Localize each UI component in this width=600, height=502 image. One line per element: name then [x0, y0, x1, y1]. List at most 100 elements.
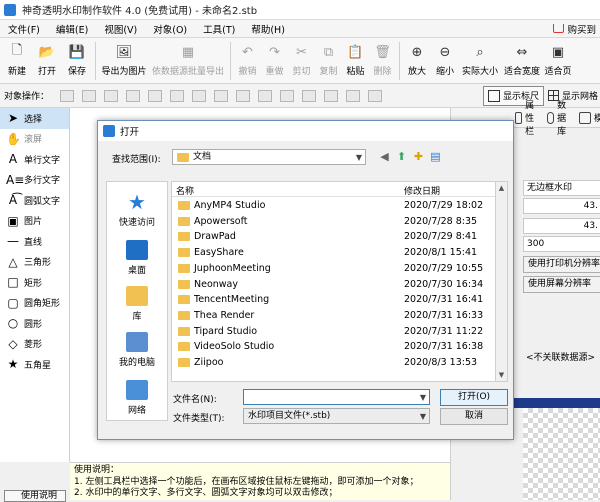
export-image-button[interactable]: 🖼 导出为图片	[99, 38, 149, 84]
fit-width-button[interactable]: ⇔ 适合宽度	[501, 38, 543, 84]
undo-button[interactable]: ↶ 撤销	[234, 38, 261, 84]
file-row[interactable]: Thea Render 2020/7/31 16:33	[172, 308, 495, 324]
printer-dpi-button[interactable]: 使用打印机分辨率	[523, 256, 600, 273]
open-button[interactable]: 打开(O)	[440, 389, 508, 406]
look-in-combo[interactable]: 文档 ▼	[172, 149, 366, 165]
back-icon[interactable]: ◀	[378, 150, 391, 163]
same-width-icon[interactable]	[324, 89, 338, 102]
actual-size-button[interactable]: ⌕ 实际大小	[459, 38, 501, 84]
menu-edit[interactable]: 编辑(E)	[48, 22, 96, 36]
zoom-in-button[interactable]: ⊕ 放大	[403, 38, 431, 84]
paste-button[interactable]: 📋 粘贴	[342, 38, 369, 84]
datasource-label[interactable]: <不关联数据源>	[526, 350, 595, 363]
filename-input[interactable]: ▼	[243, 389, 430, 405]
width-field[interactable]: 43.	[523, 198, 600, 214]
tool-image[interactable]: ▣ 图片	[0, 211, 69, 232]
place-desktop[interactable]: 桌面	[107, 240, 167, 276]
file-row[interactable]: Apowersoft 2020/7/28 8:35	[172, 214, 495, 230]
tool-line[interactable]: — 直线	[0, 231, 69, 252]
pointer-icon: ➤	[7, 111, 19, 126]
file-row[interactable]: TencentMeeting 2020/7/31 16:41	[172, 292, 495, 308]
layer-top-icon[interactable]	[104, 89, 118, 102]
tab-database[interactable]: 数据库	[543, 98, 575, 137]
up-folder-icon[interactable]: ⬆	[395, 150, 408, 163]
tool-triangle[interactable]: △ 三角形	[0, 252, 69, 273]
file-row[interactable]: DrawPad 2020/7/29 8:41	[172, 229, 495, 245]
layer-down-icon[interactable]	[82, 89, 96, 102]
file-row[interactable]: JuphoonMeeting 2020/7/29 10:55	[172, 261, 495, 277]
file-row[interactable]: AnyMP4 Studio 2020/7/29 18:02	[172, 198, 495, 214]
help-button[interactable]: 使用说明	[4, 490, 66, 502]
place-computer[interactable]: 我的电脑	[107, 332, 167, 368]
file-row[interactable]: VideoSolo Studio 2020/7/31 16:38	[172, 339, 495, 355]
delete-button[interactable]: 🗑 删除	[369, 38, 396, 84]
new-button[interactable]: 🗋 新建	[2, 38, 32, 84]
scroll-up-icon[interactable]: ▲	[496, 182, 507, 194]
tool-select[interactable]: ➤ 选择	[0, 108, 69, 129]
scroll-down-icon[interactable]: ▼	[496, 369, 507, 381]
folder-icon	[178, 342, 190, 352]
watermark-type-field[interactable]: 无边框水印	[523, 180, 600, 196]
fit-page-button[interactable]: ▣ 适合页	[543, 38, 573, 84]
menu-tools[interactable]: 工具(T)	[195, 22, 243, 36]
align-middle-icon[interactable]	[236, 89, 250, 102]
file-row[interactable]: Ziipoo 2020/8/3 13:53	[172, 355, 495, 371]
place-library[interactable]: 库	[107, 286, 167, 322]
buy-button[interactable]: 购买到	[553, 22, 596, 36]
layer-bottom-icon[interactable]	[126, 89, 140, 102]
file-row[interactable]: Neonway 2020/7/30 16:34	[172, 277, 495, 293]
place-network[interactable]: 网络	[107, 380, 167, 416]
save-button[interactable]: 💾 保存	[62, 38, 92, 84]
same-height-icon[interactable]	[346, 89, 360, 102]
network-icon	[126, 380, 148, 400]
same-size-icon[interactable]	[368, 89, 382, 102]
tool-circle[interactable]: ○ 圆形	[0, 313, 69, 334]
file-row[interactable]: Tipard Studio 2020/7/31 11:22	[172, 324, 495, 340]
tab-template[interactable]: 模	[575, 111, 600, 124]
distribute-h-icon[interactable]	[280, 89, 294, 102]
layer-up-icon[interactable]	[60, 89, 74, 102]
line-icon: —	[7, 234, 19, 249]
fit-page-icon: ▣	[551, 44, 565, 60]
menu-view[interactable]: 视图(V)	[96, 22, 145, 36]
align-right-icon[interactable]	[192, 89, 206, 102]
align-center-icon[interactable]	[170, 89, 184, 102]
distribute-v-icon[interactable]	[302, 89, 316, 102]
file-row[interactable]: EasyShare 2020/8/1 15:41	[172, 245, 495, 261]
tool-diamond[interactable]: ◇ 菱形	[0, 334, 69, 355]
menu-help[interactable]: 帮助(H)	[243, 22, 293, 36]
tool-rectangle[interactable]: □ 矩形	[0, 272, 69, 293]
menu-file[interactable]: 文件(F)	[0, 22, 48, 36]
file-list-scrollbar[interactable]: ▲ ▼	[496, 181, 508, 382]
screen-dpi-button[interactable]: 使用屏幕分辨率	[523, 276, 600, 293]
fit-width-icon: ⇔	[516, 44, 528, 60]
new-folder-icon[interactable]: ✚	[412, 150, 425, 163]
tool-star[interactable]: ★ 五角星	[0, 354, 69, 375]
column-modified[interactable]: 修改日期	[404, 184, 440, 197]
align-left-icon[interactable]	[148, 89, 162, 102]
menu-object[interactable]: 对象(O)	[145, 22, 195, 36]
batch-export-button[interactable]: ▦ 依数据源批量导出	[149, 38, 227, 84]
copy-button[interactable]: ⧉ 复制	[315, 38, 342, 84]
cut-button[interactable]: ✂ 剪切	[288, 38, 315, 84]
tool-scroll[interactable]: ✋ 滚屏	[0, 129, 69, 150]
view-menu-icon[interactable]: ▤	[429, 150, 442, 163]
place-quick-access[interactable]: ★ 快速访问	[107, 192, 167, 228]
column-name[interactable]: 名称	[176, 184, 194, 197]
cancel-button[interactable]: 取消	[440, 408, 508, 425]
zoom-out-button[interactable]: ⊖ 缩小	[431, 38, 459, 84]
align-bottom-icon[interactable]	[258, 89, 272, 102]
tool-rounded-rect[interactable]: ▢ 圆角矩形	[0, 293, 69, 314]
tool-multi-text[interactable]: A≡ 多行文字	[0, 170, 69, 191]
dpi-field[interactable]: 300	[523, 236, 600, 252]
tool-arc-text[interactable]: A͡ 圆弧文字	[0, 190, 69, 211]
tool-single-text[interactable]: A 单行文字	[0, 149, 69, 170]
align-top-icon[interactable]	[214, 89, 228, 102]
library-icon	[126, 286, 148, 306]
text-line-icon: A	[8, 152, 18, 167]
height-field[interactable]: 43.	[523, 218, 600, 234]
properties-icon	[515, 111, 523, 124]
filetype-select[interactable]: 水印项目文件(*.stb) ▼	[243, 408, 430, 424]
open-button[interactable]: 📂 打开	[32, 38, 62, 84]
redo-button[interactable]: ↷ 重做	[261, 38, 288, 84]
